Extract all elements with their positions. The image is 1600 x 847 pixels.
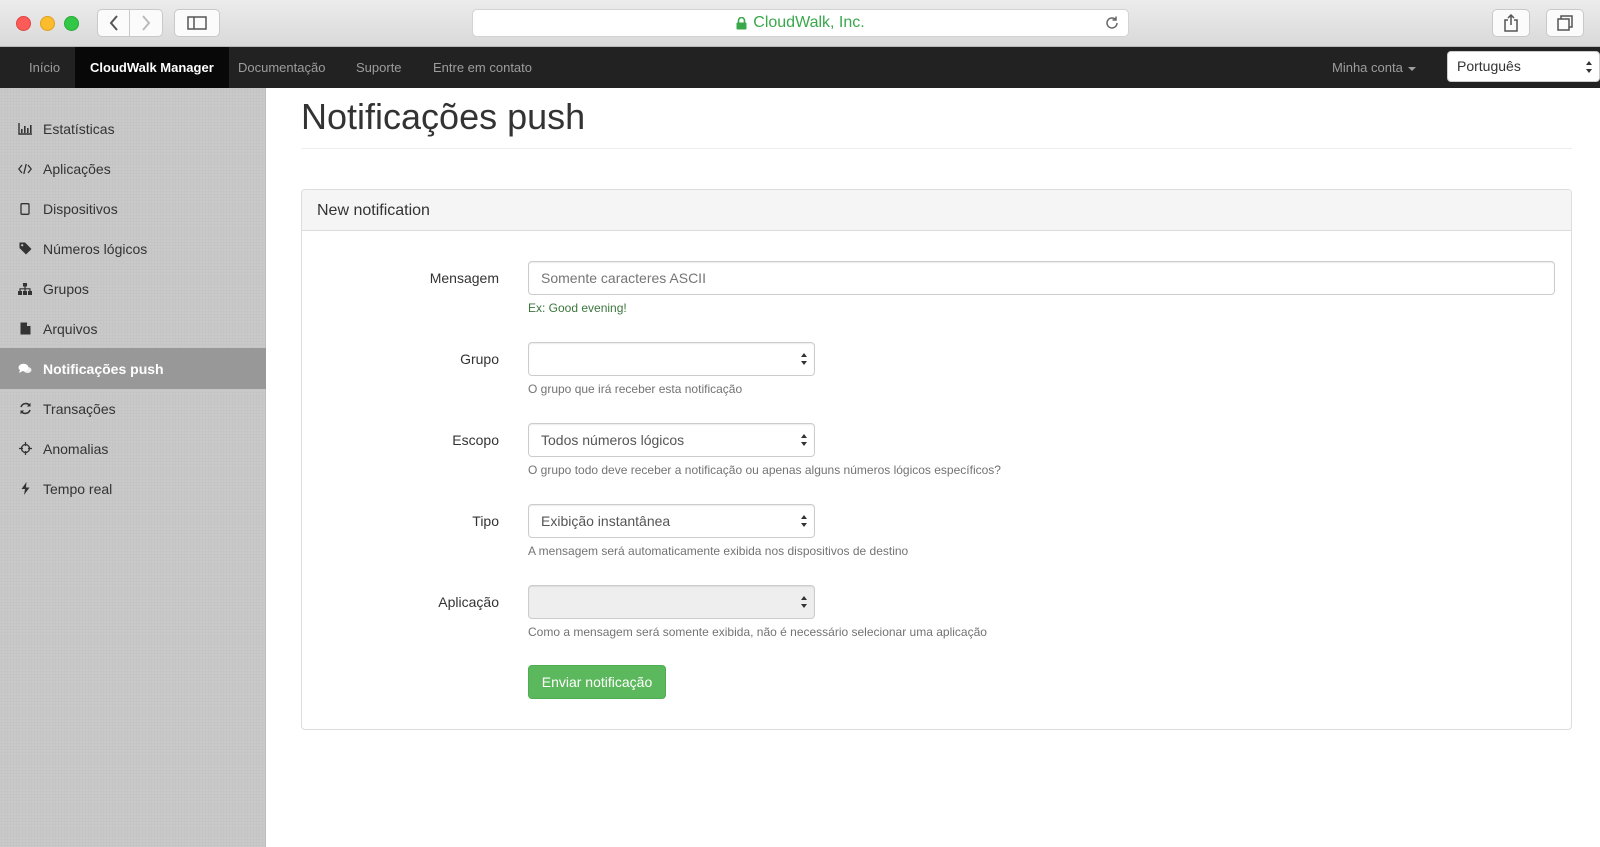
- escopo-help: O grupo todo deve receber a notificação …: [528, 463, 1001, 477]
- sidebar-item-label: Transações: [43, 400, 116, 417]
- tipo-value: Exibição instantânea: [541, 513, 671, 529]
- language-value: Português: [1457, 58, 1521, 74]
- sidebar-item-estatisticas[interactable]: Estatísticas: [0, 108, 266, 149]
- mensagem-input[interactable]: [528, 261, 1555, 295]
- select-arrows-icon: [801, 353, 808, 365]
- sidebar-item-numeros-logicos[interactable]: Números lógicos: [0, 228, 266, 269]
- sidebar-item-label: Grupos: [43, 280, 89, 297]
- sidebar-item-arquivos[interactable]: Arquivos: [0, 308, 266, 349]
- comments-icon: [18, 362, 32, 376]
- aplicacao-select[interactable]: [528, 585, 815, 619]
- minimize-window-button[interactable]: [40, 16, 55, 31]
- page-title: Notificações push: [301, 96, 586, 137]
- sidebar-item-grupos[interactable]: Grupos: [0, 268, 266, 309]
- sitemap-icon: [18, 282, 32, 296]
- reload-icon[interactable]: [1104, 15, 1120, 31]
- escopo-select[interactable]: Todos números lógicos: [528, 423, 815, 457]
- panel-heading: New notification: [302, 190, 1571, 231]
- sidebar-item-aplicacoes[interactable]: Aplicações: [0, 148, 266, 189]
- zoom-window-button[interactable]: [64, 16, 79, 31]
- mensagem-help: Ex: Good evening!: [528, 301, 627, 315]
- sidebar-item-dispositivos[interactable]: Dispositivos: [0, 188, 266, 229]
- sidebar-item-anomalias[interactable]: Anomalias: [0, 428, 266, 469]
- sidebar-item-label: Aplicações: [43, 160, 111, 177]
- account-dropdown[interactable]: Minha conta: [1332, 47, 1416, 88]
- select-arrows-icon: [801, 515, 808, 527]
- sidebar-item-label: Tempo real: [43, 480, 113, 497]
- chevron-right-icon: [142, 15, 151, 31]
- grupo-label: Grupo: [460, 351, 499, 367]
- crosshairs-icon: [18, 442, 32, 456]
- select-arrows-icon: [1586, 60, 1593, 73]
- url-title: CloudWalk, Inc.: [753, 14, 865, 31]
- caret-down-icon: [1407, 66, 1416, 71]
- device-icon: [18, 202, 32, 216]
- grupo-help: O grupo que irá receber esta notificação: [528, 382, 743, 396]
- close-window-button[interactable]: [16, 16, 31, 31]
- sidebar-item-label: Números lógicos: [43, 240, 148, 257]
- tipo-select[interactable]: Exibição instantânea: [528, 504, 815, 538]
- sidebar-item-transacoes[interactable]: Transações: [0, 388, 266, 429]
- mensagem-label: Mensagem: [429, 270, 499, 286]
- share-icon: [1504, 14, 1518, 32]
- nav-entre-em-contato[interactable]: Entre em contato: [418, 47, 547, 88]
- nav-documentacao[interactable]: Documentação: [223, 47, 340, 88]
- forward-button[interactable]: [130, 9, 163, 37]
- back-button[interactable]: [97, 9, 130, 37]
- send-notification-button[interactable]: Enviar notificação: [528, 665, 666, 699]
- sidebar-item-notificacoes-push[interactable]: Notificações push: [0, 348, 266, 389]
- escopo-value: Todos números lógicos: [541, 432, 685, 448]
- sidebar-item-label: Arquivos: [43, 320, 98, 337]
- language-select[interactable]: Português: [1447, 51, 1600, 82]
- file-icon: [18, 322, 32, 336]
- share-button[interactable]: [1492, 9, 1530, 37]
- tipo-label: Tipo: [472, 513, 499, 529]
- nav-suporte[interactable]: Suporte: [341, 47, 417, 88]
- tabs-overview-button[interactable]: [1546, 9, 1584, 37]
- top-navbar: Início CloudWalk Manager Documentação Su…: [0, 47, 1600, 88]
- title-divider: [301, 148, 1572, 149]
- nav-cloudwalk-manager[interactable]: CloudWalk Manager: [75, 47, 229, 88]
- sidebar-item-tempo-real[interactable]: Tempo real: [0, 468, 266, 509]
- account-label: Minha conta: [1332, 60, 1403, 75]
- code-icon: [18, 162, 32, 176]
- browser-toolbar: CloudWalk, Inc.: [0, 0, 1600, 47]
- sidebar-item-label: Dispositivos: [43, 200, 118, 217]
- address-bar[interactable]: CloudWalk, Inc.: [472, 9, 1129, 37]
- sidebar-item-label: Notificações push: [43, 360, 164, 377]
- sidebar-item-label: Anomalias: [43, 440, 109, 457]
- aplicacao-label: Aplicação: [438, 594, 499, 610]
- sidebar-item-label: Estatísticas: [43, 120, 115, 137]
- aplicacao-help: Como a mensagem será somente exibida, nã…: [528, 625, 987, 639]
- select-arrows-icon: [801, 596, 808, 608]
- refresh-icon: [18, 402, 32, 416]
- tag-icon: [18, 242, 32, 256]
- sidebar: Estatísticas Aplicações Dispositivos Núm…: [0, 88, 266, 847]
- sidebar-toggle-button[interactable]: [174, 9, 220, 37]
- escopo-label: Escopo: [452, 432, 499, 448]
- select-arrows-icon: [801, 434, 808, 446]
- lock-icon: [736, 16, 747, 29]
- tabs-icon: [1557, 15, 1573, 31]
- bar-chart-icon: [18, 122, 32, 136]
- chevron-left-icon: [109, 15, 118, 31]
- grupo-select[interactable]: [528, 342, 815, 376]
- bolt-icon: [18, 482, 32, 496]
- nav-inicio[interactable]: Início: [14, 47, 75, 88]
- sidebar-icon: [187, 16, 207, 30]
- tipo-help: A mensagem será automaticamente exibida …: [528, 544, 909, 558]
